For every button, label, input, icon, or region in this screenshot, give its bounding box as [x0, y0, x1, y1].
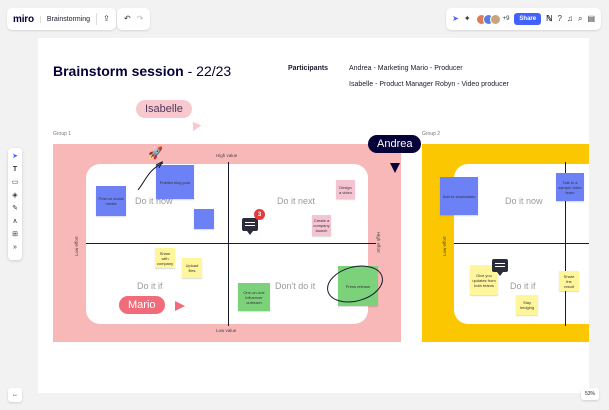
select-icon[interactable]: ➤: [12, 152, 18, 161]
shapes-icon[interactable]: ◈: [12, 191, 17, 200]
divider: [96, 13, 98, 25]
left-toolbar: ➤ T ▭ ◈ ✎ ∧ ⊞ »: [8, 148, 22, 260]
reactions-icon[interactable]: ✦: [464, 15, 471, 23]
help-icon[interactable]: ?: [558, 15, 562, 23]
text-icon[interactable]: T: [13, 165, 17, 174]
collaborator-cursor-mario: Mario: [119, 296, 165, 314]
upload-icon[interactable]: ⇪: [103, 15, 110, 23]
notes-icon[interactable]: ▤: [587, 15, 595, 23]
comment-count-badge: 3: [254, 209, 265, 220]
undo-redo-group: ↶ ↷: [117, 8, 151, 30]
undo-icon[interactable]: ↶: [124, 15, 131, 23]
board-menu[interactable]: miro Brainstorming ⇪: [7, 8, 116, 30]
frame-icon[interactable]: ⊞: [12, 230, 18, 239]
avatar-stack[interactable]: +9: [475, 13, 510, 25]
avatar: [489, 13, 501, 25]
search-icon[interactable]: ⌕: [578, 15, 582, 23]
top-bar: miro Brainstorming ⇪ ↶ ↷ ➤ ✦ +9 Share ℕ …: [7, 8, 601, 30]
miro-logo: miro: [13, 13, 34, 25]
minimap-toggle-icon[interactable]: ↔: [8, 388, 22, 402]
cursor-pointer-icon: [390, 163, 400, 173]
more-icon[interactable]: »: [13, 243, 17, 252]
bell-icon[interactable]: ♫: [567, 15, 573, 23]
collaboration-bar: ➤ ✦ +9 Share ℕ ? ♫ ⌕ ▤: [446, 8, 601, 30]
board-canvas[interactable]: Brainstorm session - 22/23 Participants …: [38, 38, 589, 393]
collaborator-cursor-andrea: Andrea: [368, 135, 422, 153]
pen-icon[interactable]: ✎: [12, 204, 18, 213]
cursor-icon[interactable]: ➤: [452, 15, 459, 23]
circle-annotation: [327, 265, 383, 303]
share-button[interactable]: Share: [514, 13, 542, 25]
comment-icon[interactable]: [242, 218, 258, 235]
connector-icon[interactable]: ∧: [12, 217, 17, 226]
comment-icon[interactable]: [492, 259, 508, 276]
sticky-note-icon[interactable]: ▭: [12, 178, 19, 187]
zoom-level[interactable]: 53%: [580, 388, 599, 400]
redo-icon[interactable]: ↷: [137, 15, 144, 23]
avatar-count: +9: [502, 16, 510, 22]
collaborator-cursor-isabelle: Isabelle: [136, 100, 192, 118]
cursor-pointer-icon: [175, 301, 185, 311]
timer-icon[interactable]: ℕ: [546, 15, 552, 23]
board-drawings: [137, 160, 383, 303]
rocket-icon[interactable]: 🚀: [148, 146, 163, 160]
board-name[interactable]: Brainstorming: [39, 15, 90, 23]
